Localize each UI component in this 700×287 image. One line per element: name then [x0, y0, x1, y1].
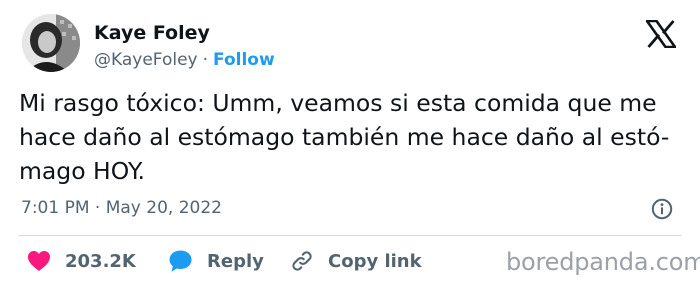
link-icon	[292, 251, 312, 271]
tweet-card: Kaye Foley @KayeFoley · Follow Mi rasgo tó…	[0, 0, 700, 287]
watermark: boredpanda.com	[506, 248, 700, 276]
heart-icon	[28, 251, 50, 271]
tweet-text-line: hace daño al estómago también me hace da…	[19, 123, 670, 151]
tweet-text: Mi rasgo tóxico: Umm, veamos si esta com…	[19, 86, 689, 188]
reply-bubble-icon	[169, 250, 192, 272]
user-name[interactable]: Kaye Foley	[94, 22, 210, 44]
avatar-photo	[22, 14, 80, 72]
like-button[interactable]: 203.2K	[27, 245, 136, 277]
handle-row: @KayeFoley · Follow	[94, 50, 275, 70]
reply-button[interactable]: Reply	[168, 245, 264, 277]
info-icon[interactable]	[651, 198, 673, 220]
copy-link-label: Copy link	[328, 250, 422, 272]
separator: ·	[202, 50, 209, 70]
tweet-text-line: mago HOY.	[19, 157, 146, 185]
user-handle[interactable]: @KayeFoley	[94, 50, 198, 70]
avatar[interactable]	[22, 14, 80, 72]
x-logo-icon[interactable]	[646, 20, 676, 48]
copy-link-button[interactable]: Copy link	[290, 245, 422, 277]
like-count: 203.2K	[65, 250, 136, 272]
follow-button[interactable]: Follow	[213, 50, 275, 70]
timestamp[interactable]: 7:01 PM · May 20, 2022	[21, 198, 222, 218]
reply-label: Reply	[207, 250, 264, 272]
tweet-text-line: Mi rasgo tóxico: Umm, veamos si esta com…	[19, 89, 657, 117]
divider	[19, 235, 681, 236]
